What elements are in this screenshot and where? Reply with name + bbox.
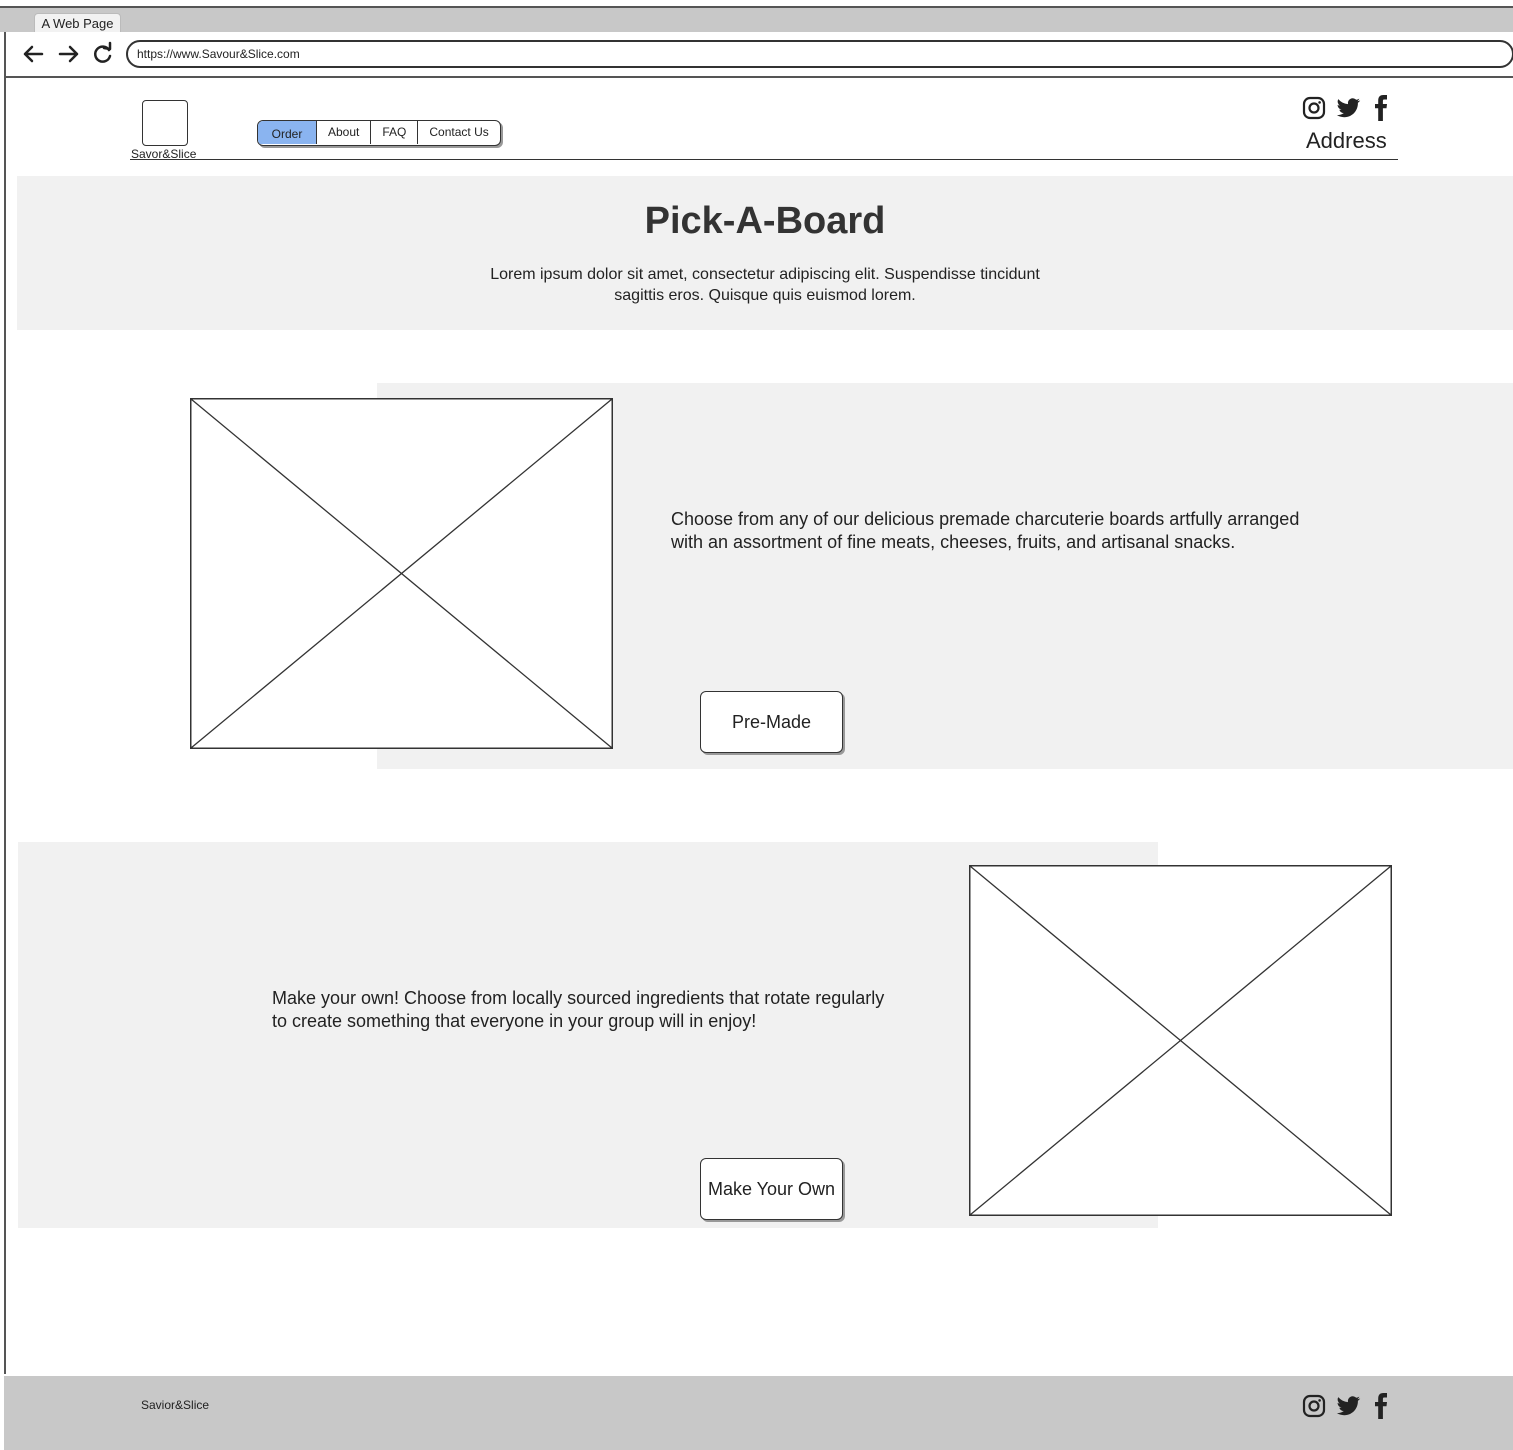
address-text: Address [1306,128,1387,153]
browser-tab[interactable]: A Web Page [34,13,121,33]
reload-icon[interactable] [90,40,116,68]
facebook-icon[interactable] [1372,1393,1390,1419]
browser-toolbar: https://www.Savour&Slice.com [4,32,1513,78]
back-arrow-icon[interactable] [20,40,46,68]
facebook-icon[interactable] [1372,95,1390,121]
make-your-own-button[interactable]: Make Your Own [700,1158,843,1220]
footer-social-links [1302,1393,1390,1419]
premade-image-placeholder [190,398,613,749]
url-bar[interactable]: https://www.Savour&Slice.com [126,40,1513,68]
twitter-icon[interactable] [1336,96,1362,120]
main-nav: Order About FAQ Contact Us [257,120,501,146]
header-social-links [1302,95,1390,121]
premade-description: Choose from any of our delicious premade… [671,509,1300,552]
browser-tab-strip [0,6,1513,32]
twitter-icon[interactable] [1336,1394,1362,1418]
hero-description: Lorem ipsum dolor sit amet, consectetur … [490,266,1040,304]
nav-item-about[interactable]: About [317,121,372,144]
forward-arrow-icon[interactable] [56,40,82,68]
nav-item-order[interactable]: Order [258,121,317,144]
logo-image[interactable] [142,100,188,146]
make-your-own-image-placeholder [969,865,1392,1216]
footer [4,1376,1513,1450]
instagram-icon[interactable] [1302,96,1326,120]
instagram-icon[interactable] [1302,1394,1326,1418]
footer-brand: Savior&Slice [141,1398,210,1412]
nav-item-contact-us[interactable]: Contact Us [418,121,499,144]
header-divider [130,159,1398,160]
nav-item-faq[interactable]: FAQ [371,121,419,144]
premade-button[interactable]: Pre-Made [700,691,843,753]
make-your-own-description: Make your own! Choose from locally sourc… [272,988,885,1031]
page-title: Pick-A-Board [644,200,886,242]
